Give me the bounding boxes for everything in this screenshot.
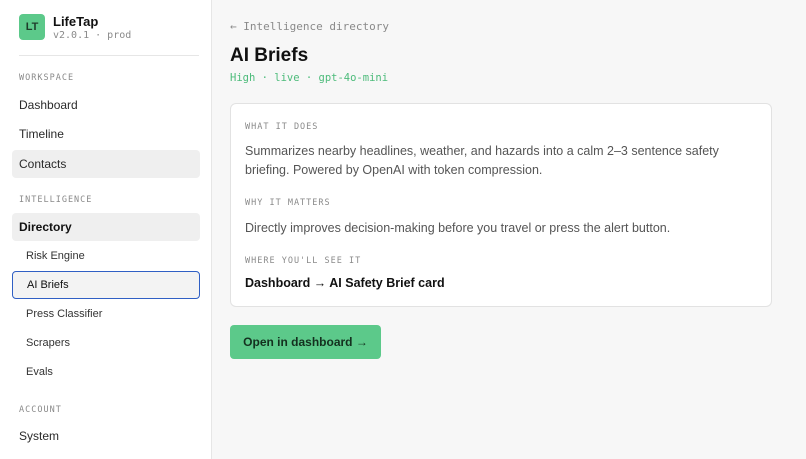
where-text: Dashboard → AI Safety Brief card: [245, 276, 445, 290]
sidebar-item-contacts[interactable]: Contacts: [12, 150, 200, 178]
why-it-matters-text: Directly improves decision-making before…: [245, 221, 671, 235]
sidebar-item-evals[interactable]: Evals: [12, 358, 200, 386]
section-label-workspace: WORKSPACE: [19, 73, 75, 83]
sidebar-item-timeline[interactable]: Timeline: [12, 120, 200, 148]
section-label-intelligence: INTELLIGENCE: [19, 195, 93, 205]
sidebar-item-risk-engine[interactable]: Risk Engine: [12, 242, 200, 270]
brand-logo: LT: [19, 14, 45, 40]
main-content: ← Intelligence directory AI Briefs High …: [213, 0, 806, 459]
what-it-does-text: Summarizes nearby headlines, weather, an…: [245, 144, 719, 177]
sidebar-item-ai-briefs[interactable]: AI Briefs: [12, 271, 200, 299]
open-in-dashboard-button[interactable]: Open in dashboard →: [230, 325, 381, 359]
brand[interactable]: LT LifeTap v2.0.1 · prod: [19, 14, 199, 41]
module-meta: High · live · gpt-4o-mini: [230, 72, 389, 84]
page-title: AI Briefs: [230, 45, 309, 66]
info-card: WHAT IT DOES Summarizes nearby headlines…: [230, 103, 772, 307]
what-it-does-label: WHAT IT DOES: [245, 122, 319, 132]
back-link[interactable]: ← Intelligence directory: [230, 20, 389, 33]
sidebar-divider: [19, 55, 199, 56]
sidebar-item-scrapers[interactable]: Scrapers: [12, 329, 200, 357]
sidebar: LT LifeTap v2.0.1 · prod WORKSPACE Dashb…: [0, 0, 212, 459]
where-label: WHERE YOU'LL SEE IT: [245, 256, 362, 266]
sidebar-item-dashboard[interactable]: Dashboard: [12, 91, 200, 119]
brand-name: LifeTap: [53, 14, 99, 29]
why-it-matters-label: WHY IT MATTERS: [245, 198, 331, 208]
sidebar-item-directory[interactable]: Directory: [12, 213, 200, 241]
brand-version: v2.0.1 · prod: [53, 30, 132, 41]
sidebar-item-press-classifier[interactable]: Press Classifier: [12, 300, 200, 328]
sidebar-item-system[interactable]: System: [12, 422, 200, 450]
section-label-account: ACCOUNT: [19, 405, 62, 415]
